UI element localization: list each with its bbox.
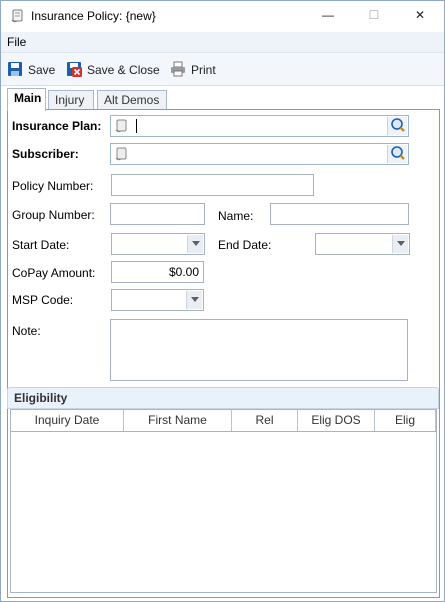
print-label: Print: [191, 63, 216, 77]
start-date-dropdown-button[interactable]: [187, 235, 203, 253]
window-title: Insurance Policy: {new}: [31, 9, 156, 23]
save-close-icon: [66, 61, 82, 80]
maximize-button[interactable]: ☐: [351, 1, 397, 32]
menu-file[interactable]: File: [7, 35, 26, 49]
eligibility-grid-header: Inquiry Date First Name Rel Elig DOS Eli…: [11, 410, 436, 432]
column-header-first-name[interactable]: First Name: [124, 410, 232, 431]
chevron-down-icon: [191, 297, 199, 302]
chevron-down-icon: [397, 241, 405, 246]
scroll-app-icon: [9, 8, 25, 24]
end-date-picker[interactable]: [315, 233, 410, 255]
column-header-elig-dos[interactable]: Elig DOS: [298, 410, 375, 431]
note-label: Note:: [12, 324, 41, 338]
group-number-label: Group Number:: [12, 208, 95, 222]
start-date-label: Start Date:: [12, 238, 70, 252]
scroll-lookup-icon: [113, 146, 129, 162]
printer-icon: [170, 61, 186, 80]
subscriber-search-button[interactable]: [387, 145, 407, 163]
insurance-policy-window: Insurance Policy: {new} — ☐ ✕ File Save: [0, 0, 445, 602]
column-header-inquiry-date[interactable]: Inquiry Date: [11, 410, 124, 431]
insurance-plan-field[interactable]: [110, 115, 409, 137]
menu-bar: File: [1, 32, 444, 53]
policy-number-input[interactable]: [111, 174, 314, 196]
scroll-lookup-icon: [113, 118, 129, 134]
eligibility-header: Eligibility: [7, 387, 439, 409]
group-number-input[interactable]: [110, 203, 205, 225]
toolbar: Save Save & Close Print: [1, 53, 444, 86]
name-label: Name:: [218, 209, 254, 223]
subscriber-field[interactable]: [110, 143, 409, 165]
copay-input[interactable]: $0.00: [111, 261, 204, 283]
floppy-disk-icon: [7, 61, 23, 80]
tab-main[interactable]: Main: [7, 88, 46, 111]
close-button[interactable]: ✕: [397, 1, 443, 32]
end-date-label: End Date:: [218, 238, 272, 252]
magnifier-icon: [391, 146, 405, 160]
copay-label: CoPay Amount:: [12, 266, 96, 280]
save-button[interactable]: Save: [7, 60, 55, 80]
column-header-rel[interactable]: Rel: [232, 410, 298, 431]
insurance-plan-search-button[interactable]: [387, 117, 407, 135]
msp-code-select[interactable]: [111, 289, 204, 311]
column-header-elig[interactable]: Elig: [375, 410, 436, 431]
tab-alt-demos[interactable]: Alt Demos: [97, 90, 167, 110]
title-bar: Insurance Policy: {new} — ☐ ✕: [1, 1, 444, 32]
msp-code-dropdown-button[interactable]: [186, 291, 202, 309]
minimize-button[interactable]: —: [305, 1, 351, 32]
save-close-label: Save & Close: [87, 63, 160, 77]
print-button[interactable]: Print: [170, 60, 216, 80]
name-input[interactable]: [270, 203, 409, 225]
end-date-dropdown-button[interactable]: [392, 235, 408, 253]
tab-injury[interactable]: Injury: [48, 90, 94, 110]
start-date-picker[interactable]: [111, 233, 205, 255]
save-close-button[interactable]: Save & Close: [66, 60, 160, 80]
chevron-down-icon: [192, 241, 200, 246]
msp-code-label: MSP Code:: [12, 293, 74, 307]
text-cursor: [136, 119, 137, 133]
eligibility-grid[interactable]: Inquiry Date First Name Rel Elig DOS Eli…: [10, 409, 437, 593]
magnifier-icon: [391, 118, 405, 132]
subscriber-label: Subscriber:: [12, 147, 79, 161]
save-label: Save: [28, 63, 56, 77]
insurance-plan-label: Insurance Plan:: [12, 119, 102, 133]
policy-number-label: Policy Number:: [12, 179, 94, 193]
note-textarea[interactable]: [110, 319, 408, 381]
